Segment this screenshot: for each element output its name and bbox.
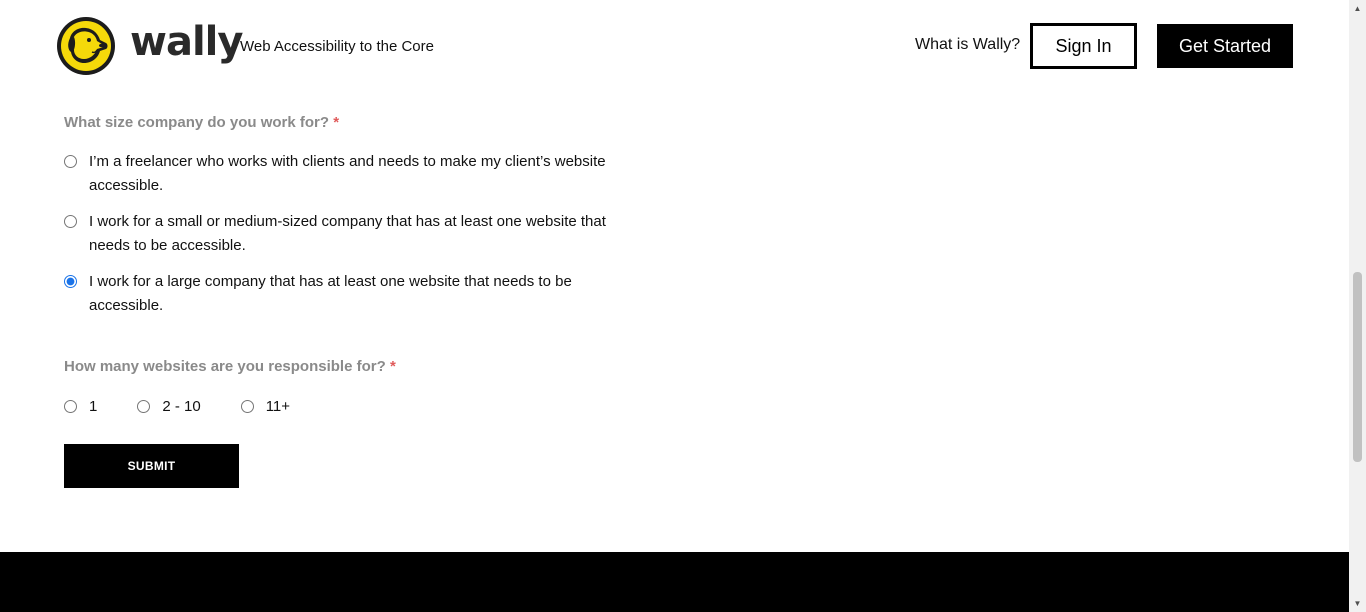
logo-link[interactable]: wally bbox=[56, 16, 243, 76]
vertical-scrollbar[interactable]: ▲ ▼ bbox=[1349, 0, 1366, 612]
scroll-down-arrow-icon[interactable]: ▼ bbox=[1349, 595, 1366, 612]
scroll-up-arrow-icon[interactable]: ▲ bbox=[1349, 0, 1366, 17]
company-size-option-freelancer[interactable]: I’m a freelancer who works with clients … bbox=[64, 150, 634, 198]
site-header: wally Web Accessibility to the Core What… bbox=[0, 0, 1349, 92]
company-size-option-large[interactable]: I work for a large company that has at l… bbox=[64, 270, 634, 318]
option-label: I work for a large company that has at l… bbox=[89, 273, 572, 314]
radio-sites-1[interactable] bbox=[64, 400, 77, 413]
radio-small-medium[interactable] bbox=[64, 215, 77, 228]
nav-what-is-wally[interactable]: What is Wally? bbox=[915, 36, 1020, 54]
option-label: I work for a small or medium-sized compa… bbox=[89, 213, 606, 254]
sign-in-button[interactable]: Sign In bbox=[1030, 23, 1137, 69]
radio-sites-11-plus[interactable] bbox=[240, 400, 254, 413]
radio-freelancer[interactable] bbox=[64, 155, 77, 168]
required-mark: * bbox=[333, 114, 340, 131]
company-size-question: What size company do you work for? * bbox=[64, 114, 339, 131]
websites-option-1[interactable]: 1 bbox=[64, 398, 97, 415]
dog-head-icon bbox=[57, 17, 115, 75]
site-footer bbox=[0, 552, 1349, 612]
option-label: 1 bbox=[89, 398, 98, 415]
submit-button[interactable]: SUBMIT bbox=[64, 444, 239, 488]
company-size-option-small-medium[interactable]: I work for a small or medium-sized compa… bbox=[64, 210, 634, 258]
get-started-button[interactable]: Get Started bbox=[1157, 24, 1293, 68]
tagline: Web Accessibility to the Core bbox=[240, 38, 434, 55]
websites-count-question: How many websites are you responsible fo… bbox=[64, 358, 396, 375]
required-mark: * bbox=[389, 358, 396, 375]
scrollbar-thumb[interactable] bbox=[1353, 272, 1362, 462]
radio-large[interactable] bbox=[64, 275, 77, 288]
radio-sites-2-10[interactable] bbox=[137, 400, 151, 413]
option-label: 11+ bbox=[265, 398, 291, 415]
option-label: I’m a freelancer who works with clients … bbox=[89, 153, 606, 194]
option-label: 2 - 10 bbox=[162, 398, 201, 415]
websites-count-options: 1 2 - 10 11+ bbox=[64, 398, 330, 415]
logo-wordmark: wally bbox=[130, 19, 243, 65]
company-size-label: What size company do you work for? bbox=[64, 114, 330, 131]
page: wally Web Accessibility to the Core What… bbox=[0, 0, 1349, 612]
websites-count-label: How many websites are you responsible fo… bbox=[64, 358, 386, 375]
websites-option-11-plus[interactable]: 11+ bbox=[240, 398, 291, 415]
websites-option-2-10[interactable]: 2 - 10 bbox=[137, 398, 201, 415]
